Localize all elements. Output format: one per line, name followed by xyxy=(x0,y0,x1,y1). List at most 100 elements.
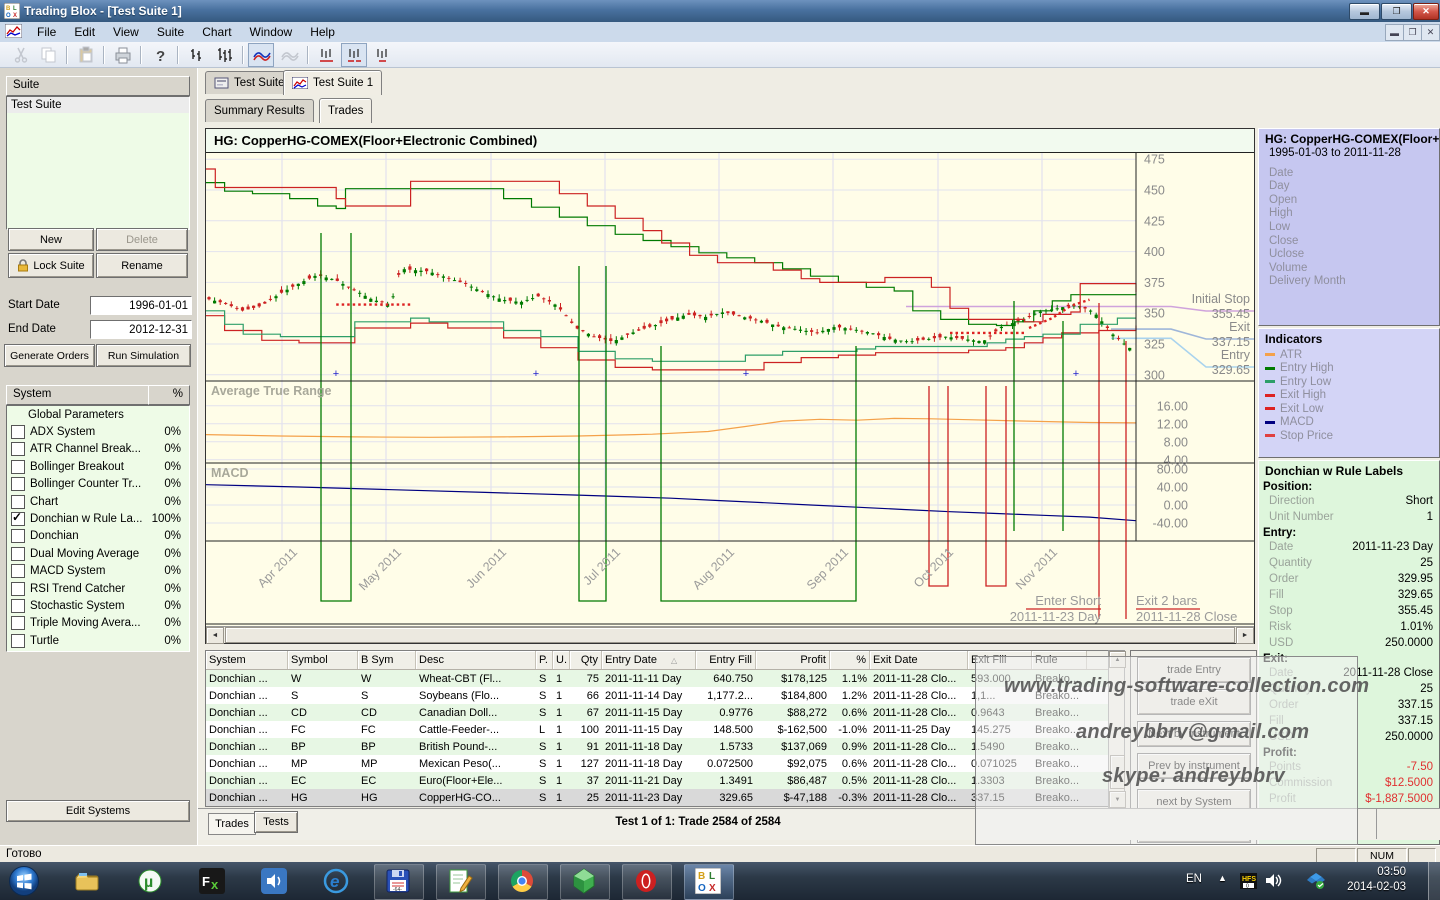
table-row[interactable]: Donchian ...SSSoybeans (Flo...S1662011-1… xyxy=(206,687,1109,704)
taskbar-icon-fx[interactable]: Fx xyxy=(199,868,225,894)
table-row[interactable]: Donchian ...BPBPBritish Pound-...S191201… xyxy=(206,738,1109,755)
clock-date[interactable]: 2014-02-03 xyxy=(1340,881,1406,893)
system-item[interactable]: RSI Trend Catcher0% xyxy=(7,580,189,597)
hfs-tray-icon[interactable]: HFS0 xyxy=(1240,873,1257,892)
menu-chart[interactable]: Chart xyxy=(193,23,240,41)
volume-tray-icon[interactable] xyxy=(1264,872,1282,892)
column-header-entryfill[interactable]: Entry Fill xyxy=(696,651,756,669)
taskbar-icon-chrome[interactable] xyxy=(509,868,535,894)
data-red-2-icon[interactable] xyxy=(341,43,367,67)
start-date-input[interactable]: 1996-01-01 xyxy=(90,296,192,315)
system-item[interactable]: Bollinger Counter Tr...0% xyxy=(7,476,189,493)
mdi-close-button[interactable]: ✕ xyxy=(1421,24,1440,41)
tab-summary-results[interactable]: Summary Results xyxy=(205,99,314,122)
table-scroll-up-arrow[interactable]: ▲ xyxy=(1109,651,1126,668)
mdi-restore-button[interactable]: ❐ xyxy=(1403,24,1422,41)
system-item[interactable]: ADX System0% xyxy=(7,423,189,440)
taskbar-icon-speaker[interactable] xyxy=(261,868,287,894)
system-checkbox[interactable] xyxy=(11,599,25,613)
column-header-u[interactable]: U. xyxy=(553,651,570,669)
tab-test-suite-1[interactable]: Test Suite 1 xyxy=(283,70,382,95)
column-header-entrydate[interactable]: Entry Date△ xyxy=(602,651,696,669)
dropbox-tray-icon[interactable] xyxy=(1306,871,1326,893)
system-checkbox[interactable] xyxy=(11,425,25,439)
system-checkbox[interactable] xyxy=(11,512,25,526)
tray-expand-icon[interactable]: ▲ xyxy=(1218,873,1227,883)
rename-button[interactable]: Rename xyxy=(96,253,188,278)
data-red-1-icon[interactable] xyxy=(313,43,339,67)
column-header-rule[interactable]: Rule xyxy=(1032,651,1087,669)
price-chart[interactable]: Initial Stop355.45Exit337.15Entry329.65+… xyxy=(206,153,1254,626)
system-item[interactable]: Triple Moving Avera...0% xyxy=(7,615,189,632)
system-item[interactable]: Turtle0% xyxy=(7,632,189,649)
table-row[interactable]: Donchian ...HGHGCopperHG-CO...S1252011-1… xyxy=(206,789,1109,806)
minimize-button[interactable]: ▬ xyxy=(1349,3,1380,20)
table-row[interactable]: Donchian ...FCFCCattle-Feeder-...L110020… xyxy=(206,721,1109,738)
column-header-exitdate[interactable]: Exit Date xyxy=(870,651,968,669)
system-checkbox[interactable] xyxy=(11,460,25,474)
system-item[interactable]: Global Parameters xyxy=(7,406,189,423)
table-scroll-down-arrow[interactable]: ▼ xyxy=(1109,791,1126,808)
table-vertical-scrollbar[interactable]: ▲ ▼ xyxy=(1108,650,1125,808)
menu-suite[interactable]: Suite xyxy=(148,23,193,41)
menu-window[interactable]: Window xyxy=(241,23,302,41)
taskbar-icon-utorrent[interactable]: µ xyxy=(137,868,163,894)
new-button[interactable]: New xyxy=(8,228,94,251)
tab-test-suite[interactable]: Test Suite xyxy=(205,71,294,94)
column-header-bsym[interactable]: B Sym xyxy=(358,651,416,669)
system-checkbox[interactable] xyxy=(11,529,25,543)
show-desktop-button[interactable] xyxy=(1428,862,1440,900)
table-scroll-thumb[interactable] xyxy=(1110,755,1125,789)
column-header-[interactable]: % xyxy=(830,651,870,669)
start-button[interactable] xyxy=(8,865,40,900)
help-icon[interactable]: ? xyxy=(146,43,172,67)
system-item[interactable]: Chart0% xyxy=(7,493,189,510)
system-checkbox[interactable] xyxy=(11,442,25,456)
language-indicator[interactable]: EN xyxy=(1186,873,1202,885)
nav-button-prev-by-instrument[interactable]: Prev by instrument xyxy=(1137,753,1251,779)
column-header-symbol[interactable]: Symbol xyxy=(288,651,358,669)
system-checkbox[interactable] xyxy=(11,477,25,491)
chart-horizontal-scrollbar[interactable]: ◄ ► xyxy=(206,626,1254,643)
scroll-right-arrow[interactable]: ► xyxy=(1236,627,1254,644)
taskbar-icon-gem[interactable] xyxy=(571,868,597,894)
system-checkbox[interactable] xyxy=(11,616,25,630)
menu-edit[interactable]: Edit xyxy=(65,23,104,41)
table-row[interactable]: Donchian ...MPMPMexican Peso(...S1127201… xyxy=(206,755,1109,772)
system-checkbox[interactable] xyxy=(11,634,25,648)
system-item[interactable]: Bollinger Breakout0% xyxy=(7,458,189,475)
column-header-qty[interactable]: Qty xyxy=(570,651,602,669)
suite-list[interactable]: Test Suite xyxy=(6,96,190,230)
menu-view[interactable]: View xyxy=(104,23,148,41)
column-header-profit[interactable]: Profit xyxy=(756,651,830,669)
system-item[interactable]: ATR Channel Break...0% xyxy=(7,441,189,458)
nav-button-trade-entry[interactable]: trade Entry xyxy=(1137,657,1251,683)
column-header-exitfill[interactable]: Exit Fill xyxy=(968,651,1032,669)
system-checkbox[interactable] xyxy=(11,582,25,596)
column-header-p[interactable]: P. xyxy=(536,651,553,669)
table-row[interactable]: Donchian ...CDCDCanadian Doll...S1672011… xyxy=(206,704,1109,721)
close-button[interactable]: ✕ xyxy=(1413,3,1439,20)
nav-button-next-by-instrument[interactable]: Next by instrument xyxy=(1137,721,1251,747)
edit-systems-button[interactable]: Edit Systems xyxy=(6,800,190,822)
run-simulation-button[interactable]: Run Simulation xyxy=(96,344,191,367)
menu-file[interactable]: File xyxy=(28,23,65,41)
taskbar-icon-editor[interactable] xyxy=(447,868,473,894)
taskbar-icon-opera[interactable] xyxy=(633,868,659,894)
delete-button[interactable]: Delete xyxy=(96,228,188,251)
wave-icon[interactable] xyxy=(248,43,274,67)
table-row[interactable]: Donchian ...WWWheat-CBT (Fl...S1752011-1… xyxy=(206,670,1109,687)
taskbar-icon-explorer[interactable] xyxy=(75,868,101,894)
column-header-desc[interactable]: Desc xyxy=(416,651,536,669)
nav-button-trade-exit[interactable]: trade eXit xyxy=(1137,689,1251,715)
system-checkbox[interactable] xyxy=(11,547,25,561)
restore-button[interactable]: ❐ xyxy=(1381,3,1412,20)
system-item[interactable]: MACD System0% xyxy=(7,563,189,580)
suite-list-item[interactable]: Test Suite xyxy=(7,97,189,113)
system-checkbox[interactable] xyxy=(11,564,25,578)
system-item[interactable]: Donchian0% xyxy=(7,528,189,545)
scroll-thumb[interactable] xyxy=(225,627,1235,643)
print-icon[interactable] xyxy=(109,43,135,67)
system-item[interactable]: Donchian w Rule La...100% xyxy=(7,510,189,527)
data-red-3-icon[interactable] xyxy=(369,43,395,67)
